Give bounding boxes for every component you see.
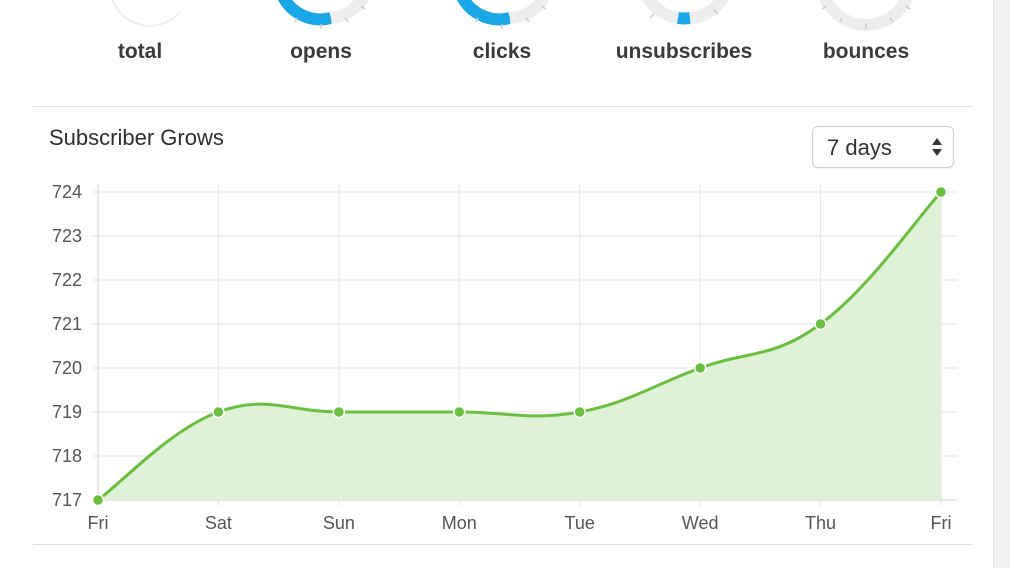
stat-label-opens: opens [290,40,352,63]
data-point [332,405,346,419]
y-tick-label: 717 [52,490,82,510]
chart-area-fill [98,192,941,500]
y-tick-label: 723 [52,226,82,246]
stats-panel: total opens clicks unsubscribes bounces … [0,0,994,568]
range-select-value: 7 days [827,135,892,160]
y-tick-label: 721 [52,314,82,334]
y-tick-label: 719 [52,402,82,422]
data-point [453,405,466,419]
x-tick-label: Sun [323,513,355,533]
gauge-clicks: clicks [412,0,592,90]
stat-label-total: total [117,40,163,63]
chart-x-tick-labels: Fri Sat Sun Mon Tue Wed Thu Fri [88,513,952,533]
x-tick-label: Mon [442,513,477,533]
data-point [212,405,225,419]
data-point [814,317,827,331]
gauge-bounces: bounces [776,0,956,90]
x-tick-label: Sat [205,513,232,533]
y-tick-label: 718 [52,446,82,466]
subscriber-growth-chart: 724 723 722 721 720 719 718 717 Fri Sat Sun Mon Tue… [52,182,957,533]
gauge-total-dial [111,0,181,27]
x-tick-label: Fri [88,513,109,533]
gauge-opens-dial [278,0,369,29]
x-tick-label: Wed [682,513,719,533]
gauge-clicks-dial [457,0,550,29]
data-point [91,493,105,507]
select-updown-icon [932,138,942,156]
data-point [573,405,586,419]
gauge-unsubscribes: unsubscribes [594,0,774,90]
gauge-opens: opens [231,0,411,90]
gauge-unsubscribes-dial [642,0,729,25]
y-tick-label: 724 [52,182,82,202]
y-tick-label: 720 [52,358,82,378]
section-divider-top [33,106,973,107]
stat-label-clicks: clicks [472,40,532,63]
data-point [934,185,948,199]
gauge-bounces-dial [819,0,913,31]
stat-label-unsubscribes: unsubscribes [615,40,753,63]
x-tick-label: Fri [931,513,952,533]
chart-y-tick-labels: 724 723 722 721 720 719 718 717 [52,182,82,510]
right-gutter [994,0,1010,568]
gauge-row: total opens clicks unsubscribes bounces [0,0,993,106]
y-tick-label: 722 [52,270,82,290]
x-tick-label: Tue [565,513,595,533]
data-point [693,361,707,375]
section-divider-bottom [33,544,973,545]
x-tick-label: Thu [805,513,836,533]
range-select[interactable]: 7 days [812,126,954,168]
gauge-total: total [50,0,230,90]
stat-label-bounces: bounces [822,40,910,63]
chart-section-title: Subscriber Grows [49,125,224,150]
